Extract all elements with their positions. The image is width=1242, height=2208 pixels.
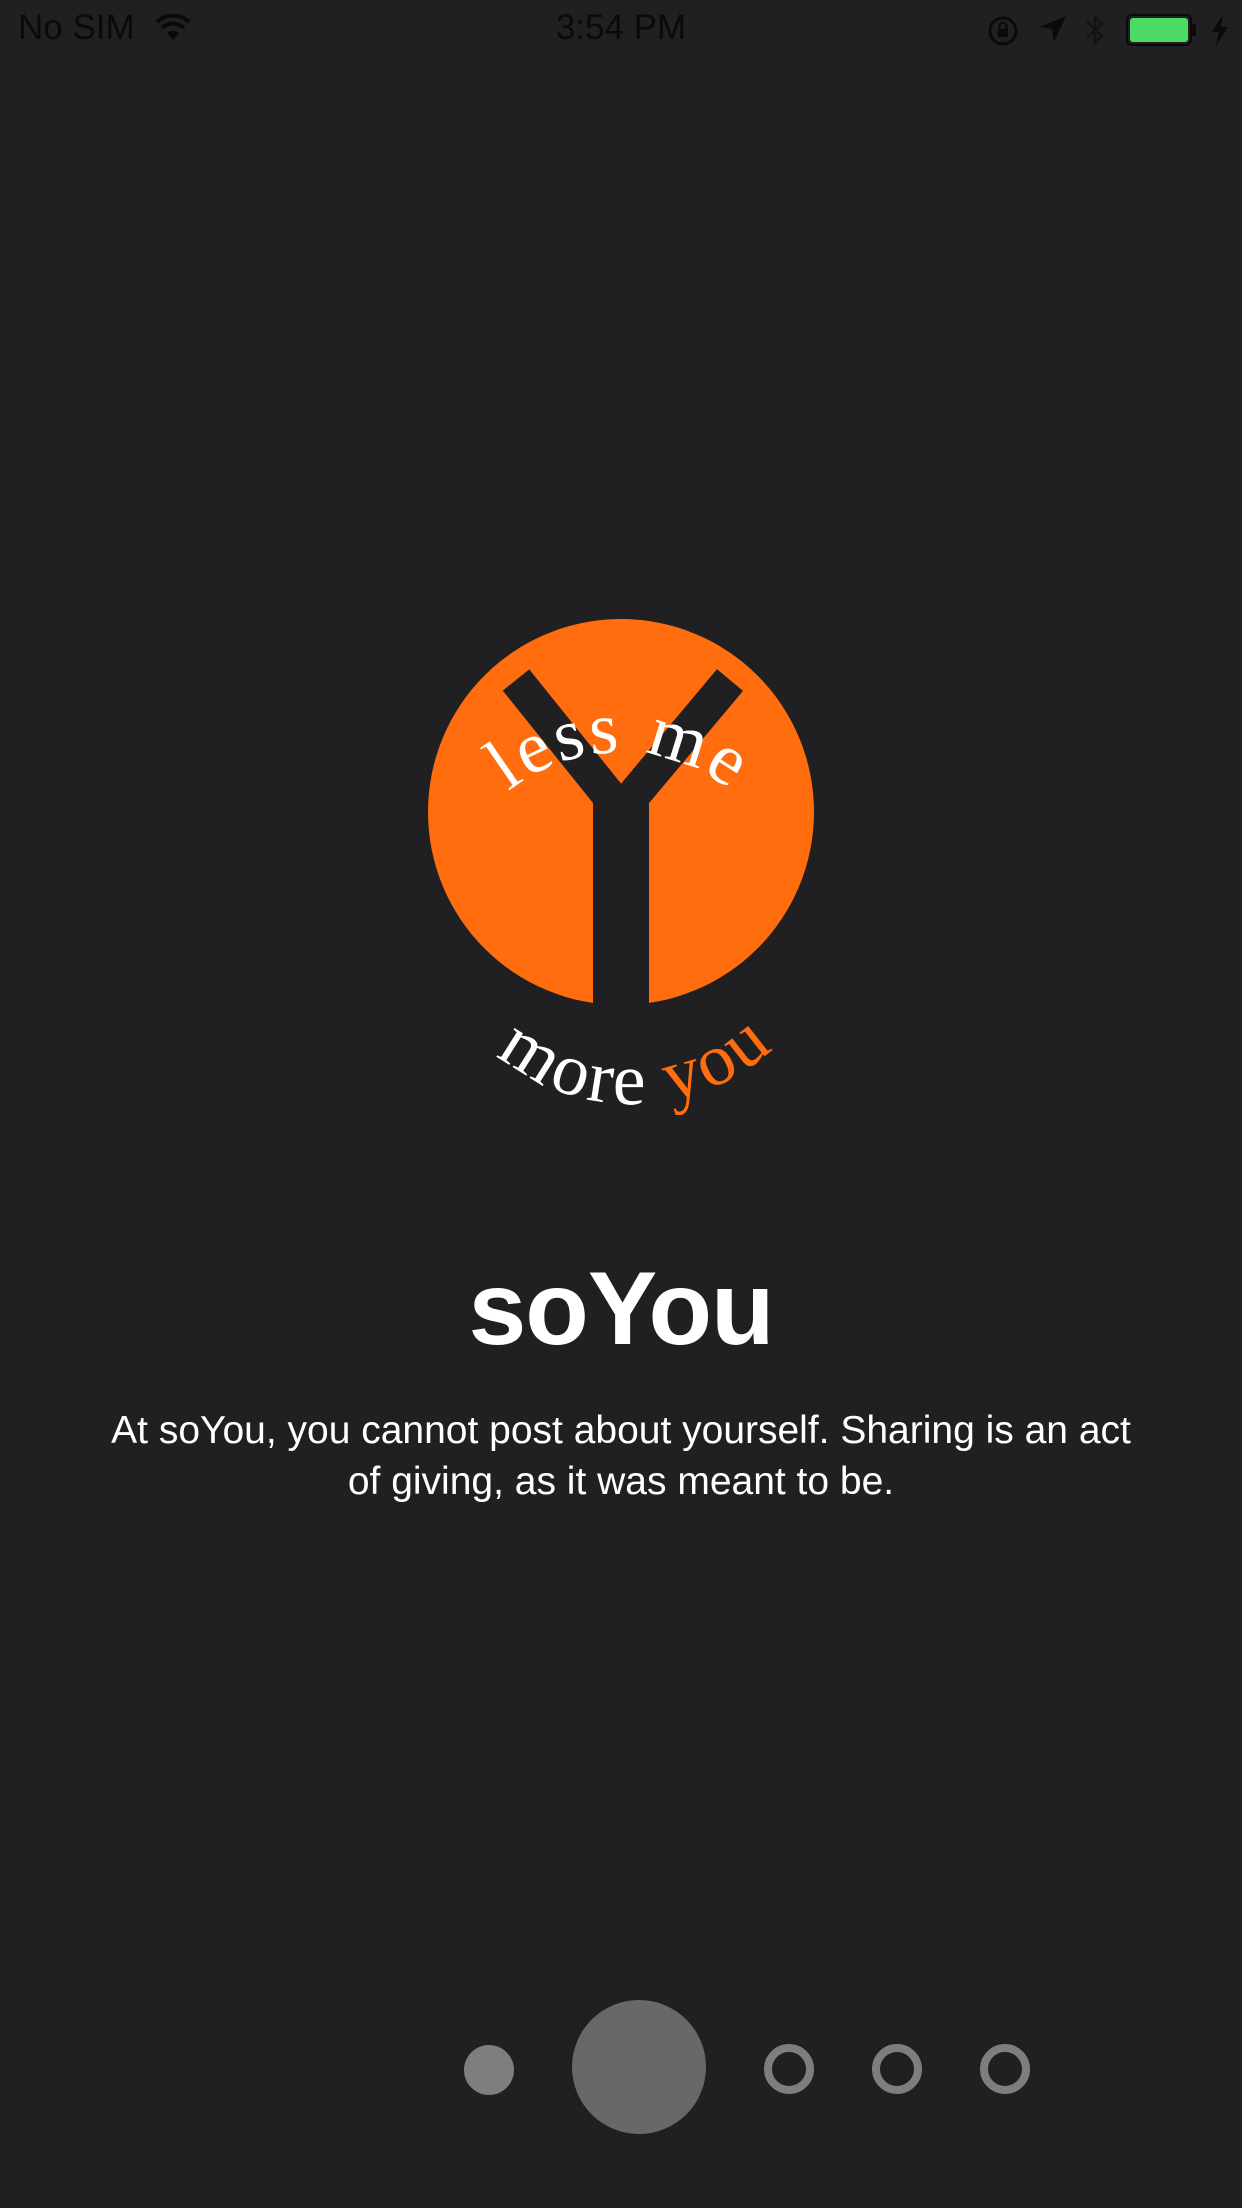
status-bar: No SIM 3:54 PM bbox=[0, 0, 1242, 60]
rotation-lock-icon bbox=[986, 14, 1020, 53]
app-logo: less me more you bbox=[420, 515, 820, 1121]
battery-full-icon bbox=[1126, 14, 1198, 51]
page-dot-5[interactable] bbox=[980, 2044, 1030, 2094]
location-arrow-icon bbox=[1038, 14, 1068, 49]
onboarding-description: At soYou, you cannot post about yourself… bbox=[111, 1409, 1131, 1503]
charging-bolt-icon bbox=[1210, 13, 1230, 52]
page-indicator[interactable] bbox=[0, 1990, 1242, 2140]
page-dot-2-current[interactable] bbox=[572, 2000, 706, 2134]
bluetooth-icon bbox=[1084, 12, 1106, 53]
page-title: soYou bbox=[468, 1251, 774, 1367]
onboarding-screen: No SIM 3:54 PM less me more you soYou At… bbox=[0, 0, 1242, 2208]
page-dot-3[interactable] bbox=[764, 2044, 814, 2094]
page-dot-1[interactable] bbox=[464, 2045, 514, 2095]
page-dot-4[interactable] bbox=[872, 2044, 922, 2094]
